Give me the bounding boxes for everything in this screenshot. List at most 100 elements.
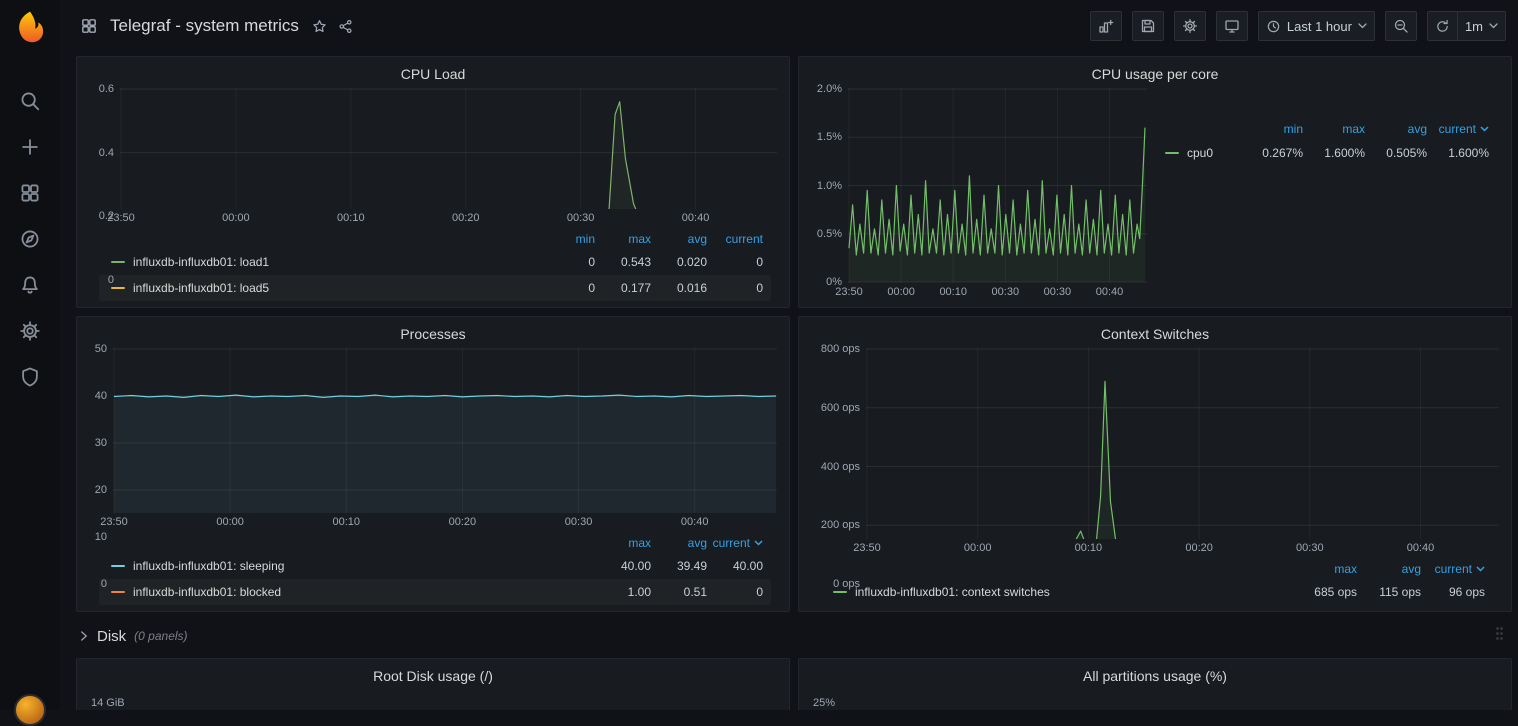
cpu-usage-per-core-graph[interactable]: 0%0.5%1.0%1.5%2.0% 23:5000:0000:1000:300… xyxy=(811,87,1147,301)
legend-sort-current[interactable]: current xyxy=(1421,562,1485,576)
create-plus-icon[interactable] xyxy=(19,136,41,158)
y-tick-label: 0 xyxy=(101,577,107,591)
explore-compass-icon[interactable] xyxy=(19,228,41,250)
dashboard-title[interactable]: Telegraf - system metrics xyxy=(110,16,299,36)
search-icon[interactable] xyxy=(19,90,41,112)
row-disk[interactable]: Disk (0 panels) xyxy=(76,622,1512,650)
x-tick-label: 00:30 xyxy=(1044,286,1072,298)
share-icon[interactable] xyxy=(333,13,359,39)
legend-row: cpu00.267%1.600%0.505%1.600% xyxy=(1153,141,1497,165)
legend-value: 1.00 xyxy=(595,585,651,599)
y-tick-label: 1.0% xyxy=(817,179,842,193)
dashboards-icon[interactable] xyxy=(19,182,41,204)
x-tick-label: 00:40 xyxy=(1096,286,1124,298)
server-admin-shield-icon[interactable] xyxy=(19,366,41,388)
x-tick-label: 00:40 xyxy=(1407,542,1435,554)
legend-sort-current[interactable]: current xyxy=(707,536,763,550)
y-tick-label: 400 ops xyxy=(821,460,860,474)
add-panel-button[interactable] xyxy=(1090,11,1122,41)
x-tick-label: 00:20 xyxy=(452,212,480,224)
context-switches-graph[interactable]: 0 ops200 ops400 ops600 ops800 ops 23:500… xyxy=(811,347,1499,557)
legend-series-label[interactable]: influxdb-influxdb01: context switches xyxy=(833,585,1293,599)
y-tick-label: 0 ops xyxy=(833,577,860,591)
legend-row: influxdb-influxdb01: load500.1770.0160 xyxy=(99,275,771,301)
panel-title[interactable]: Processes xyxy=(89,323,777,347)
legend: maxavgcurrent influxdb-influxdb01: contex… xyxy=(811,557,1499,605)
x-axis: 23:5000:0000:1000:2000:3000:40 xyxy=(866,539,1499,557)
alerting-bell-icon[interactable] xyxy=(19,274,41,296)
x-tick-label: 00:30 xyxy=(992,286,1020,298)
dashboard-header: Telegraf - system metrics Last 1 hour xyxy=(60,0,1518,52)
legend-value: 96 ops xyxy=(1421,585,1485,599)
y-tick-label: 40 xyxy=(95,389,107,403)
legend-row: influxdb-influxdb01: context switches685… xyxy=(821,579,1493,605)
panel-cpu-load: CPU Load 00.20.40.6 23:5000:0000:1000:20… xyxy=(76,56,790,308)
legend-row: influxdb-influxdb01: load100.5430.0200 xyxy=(99,249,771,275)
panel-root-disk-usage: Root Disk usage (/) 14 GiB xyxy=(76,658,790,710)
x-tick-label: 00:10 xyxy=(1075,542,1103,554)
legend-sort-avg[interactable]: avg xyxy=(1357,562,1421,576)
x-tick-label: 00:40 xyxy=(681,516,709,528)
y-axis: 0 ops200 ops400 ops600 ops800 ops xyxy=(811,347,866,539)
legend-sort-avg[interactable]: avg xyxy=(1365,122,1427,136)
panel-title[interactable]: Context Switches xyxy=(811,323,1499,347)
grafana-logo[interactable] xyxy=(13,10,47,44)
legend-sort-current[interactable]: current xyxy=(707,232,763,246)
cpu-load-graph[interactable]: 00.20.40.6 23:5000:0000:1000:2000:3000:4… xyxy=(89,87,777,227)
toolbar: Last 1 hour 1m xyxy=(1090,11,1506,41)
y-tick-label: 0.6 xyxy=(99,82,114,96)
star-icon[interactable] xyxy=(307,13,333,39)
dashboard-settings-button[interactable] xyxy=(1174,11,1206,41)
legend-sort-min[interactable]: min xyxy=(539,232,595,246)
legend-series-label[interactable]: influxdb-influxdb01: load5 xyxy=(111,281,539,295)
x-tick-label: 00:00 xyxy=(216,516,244,528)
y-tick-label: 0.5% xyxy=(817,227,842,241)
legend-sort-max[interactable]: max xyxy=(1303,122,1365,136)
time-range-picker[interactable]: Last 1 hour xyxy=(1258,11,1375,41)
panel-title[interactable]: Root Disk usage (/) xyxy=(89,665,777,689)
panel-title[interactable]: CPU Load xyxy=(89,63,777,87)
legend-sort-min[interactable]: min xyxy=(1241,122,1303,136)
legend-series-label[interactable]: influxdb-influxdb01: sleeping xyxy=(111,559,595,573)
refresh-interval-dropdown[interactable]: 1m xyxy=(1457,11,1506,41)
legend-sort-max[interactable]: max xyxy=(595,536,651,550)
legend-series-label[interactable]: influxdb-influxdb01: blocked xyxy=(111,585,595,599)
panel-cpu-usage-per-core: CPU usage per core 0%0.5%1.0%1.5%2.0% 23… xyxy=(798,56,1512,308)
legend: maxavgcurrent influxdb-influxdb01: sleepi… xyxy=(89,531,777,605)
legend-sort-max[interactable]: max xyxy=(595,232,651,246)
cycle-view-mode-button[interactable] xyxy=(1216,11,1248,41)
x-tick-label: 23:50 xyxy=(107,212,135,224)
row-drag-handle[interactable] xyxy=(1495,626,1504,646)
x-tick-label: 00:10 xyxy=(337,212,365,224)
legend-value: 40.00 xyxy=(707,559,763,573)
legend-series-label[interactable]: cpu0 xyxy=(1165,146,1241,160)
user-avatar[interactable] xyxy=(14,694,46,726)
legend-value: 0 xyxy=(707,281,763,295)
configuration-gear-icon[interactable] xyxy=(19,320,41,342)
legend-sort-avg[interactable]: avg xyxy=(651,536,707,550)
legend-value: 0 xyxy=(539,255,595,269)
processes-graph[interactable]: 01020304050 23:5000:0000:1000:2000:3000:… xyxy=(89,347,777,531)
panel-processes: Processes 01020304050 23:5000:0000:1000:… xyxy=(76,316,790,612)
legend-series-label[interactable]: influxdb-influxdb01: load1 xyxy=(111,255,539,269)
save-dashboard-button[interactable] xyxy=(1132,11,1164,41)
legend-value: 0.016 xyxy=(651,281,707,295)
zoom-out-button[interactable] xyxy=(1385,11,1417,41)
legend-value: 0.505% xyxy=(1365,146,1427,160)
dashboard-grid-icon[interactable] xyxy=(76,13,102,39)
legend-value: 0 xyxy=(539,281,595,295)
legend-sort-current[interactable]: current xyxy=(1427,122,1489,136)
row-disk-panel-count: (0 panels) xyxy=(134,629,187,643)
panel-title[interactable]: CPU usage per core xyxy=(811,63,1499,87)
legend-sort-max[interactable]: max xyxy=(1293,562,1357,576)
legend-value: 0 xyxy=(707,255,763,269)
panel-title[interactable]: All partitions usage (%) xyxy=(811,665,1499,689)
y-tick-label: 0 xyxy=(108,273,114,287)
panel-context-switches: Context Switches 0 ops200 ops400 ops600 … xyxy=(798,316,1512,612)
legend-sort-avg[interactable]: avg xyxy=(651,232,707,246)
y-axis: 01020304050 xyxy=(89,347,113,513)
x-tick-label: 23:50 xyxy=(853,542,881,554)
refresh-button[interactable] xyxy=(1427,11,1457,41)
y-tick-label: 25% xyxy=(813,697,835,709)
y-tick-label: 2.0% xyxy=(817,82,842,96)
